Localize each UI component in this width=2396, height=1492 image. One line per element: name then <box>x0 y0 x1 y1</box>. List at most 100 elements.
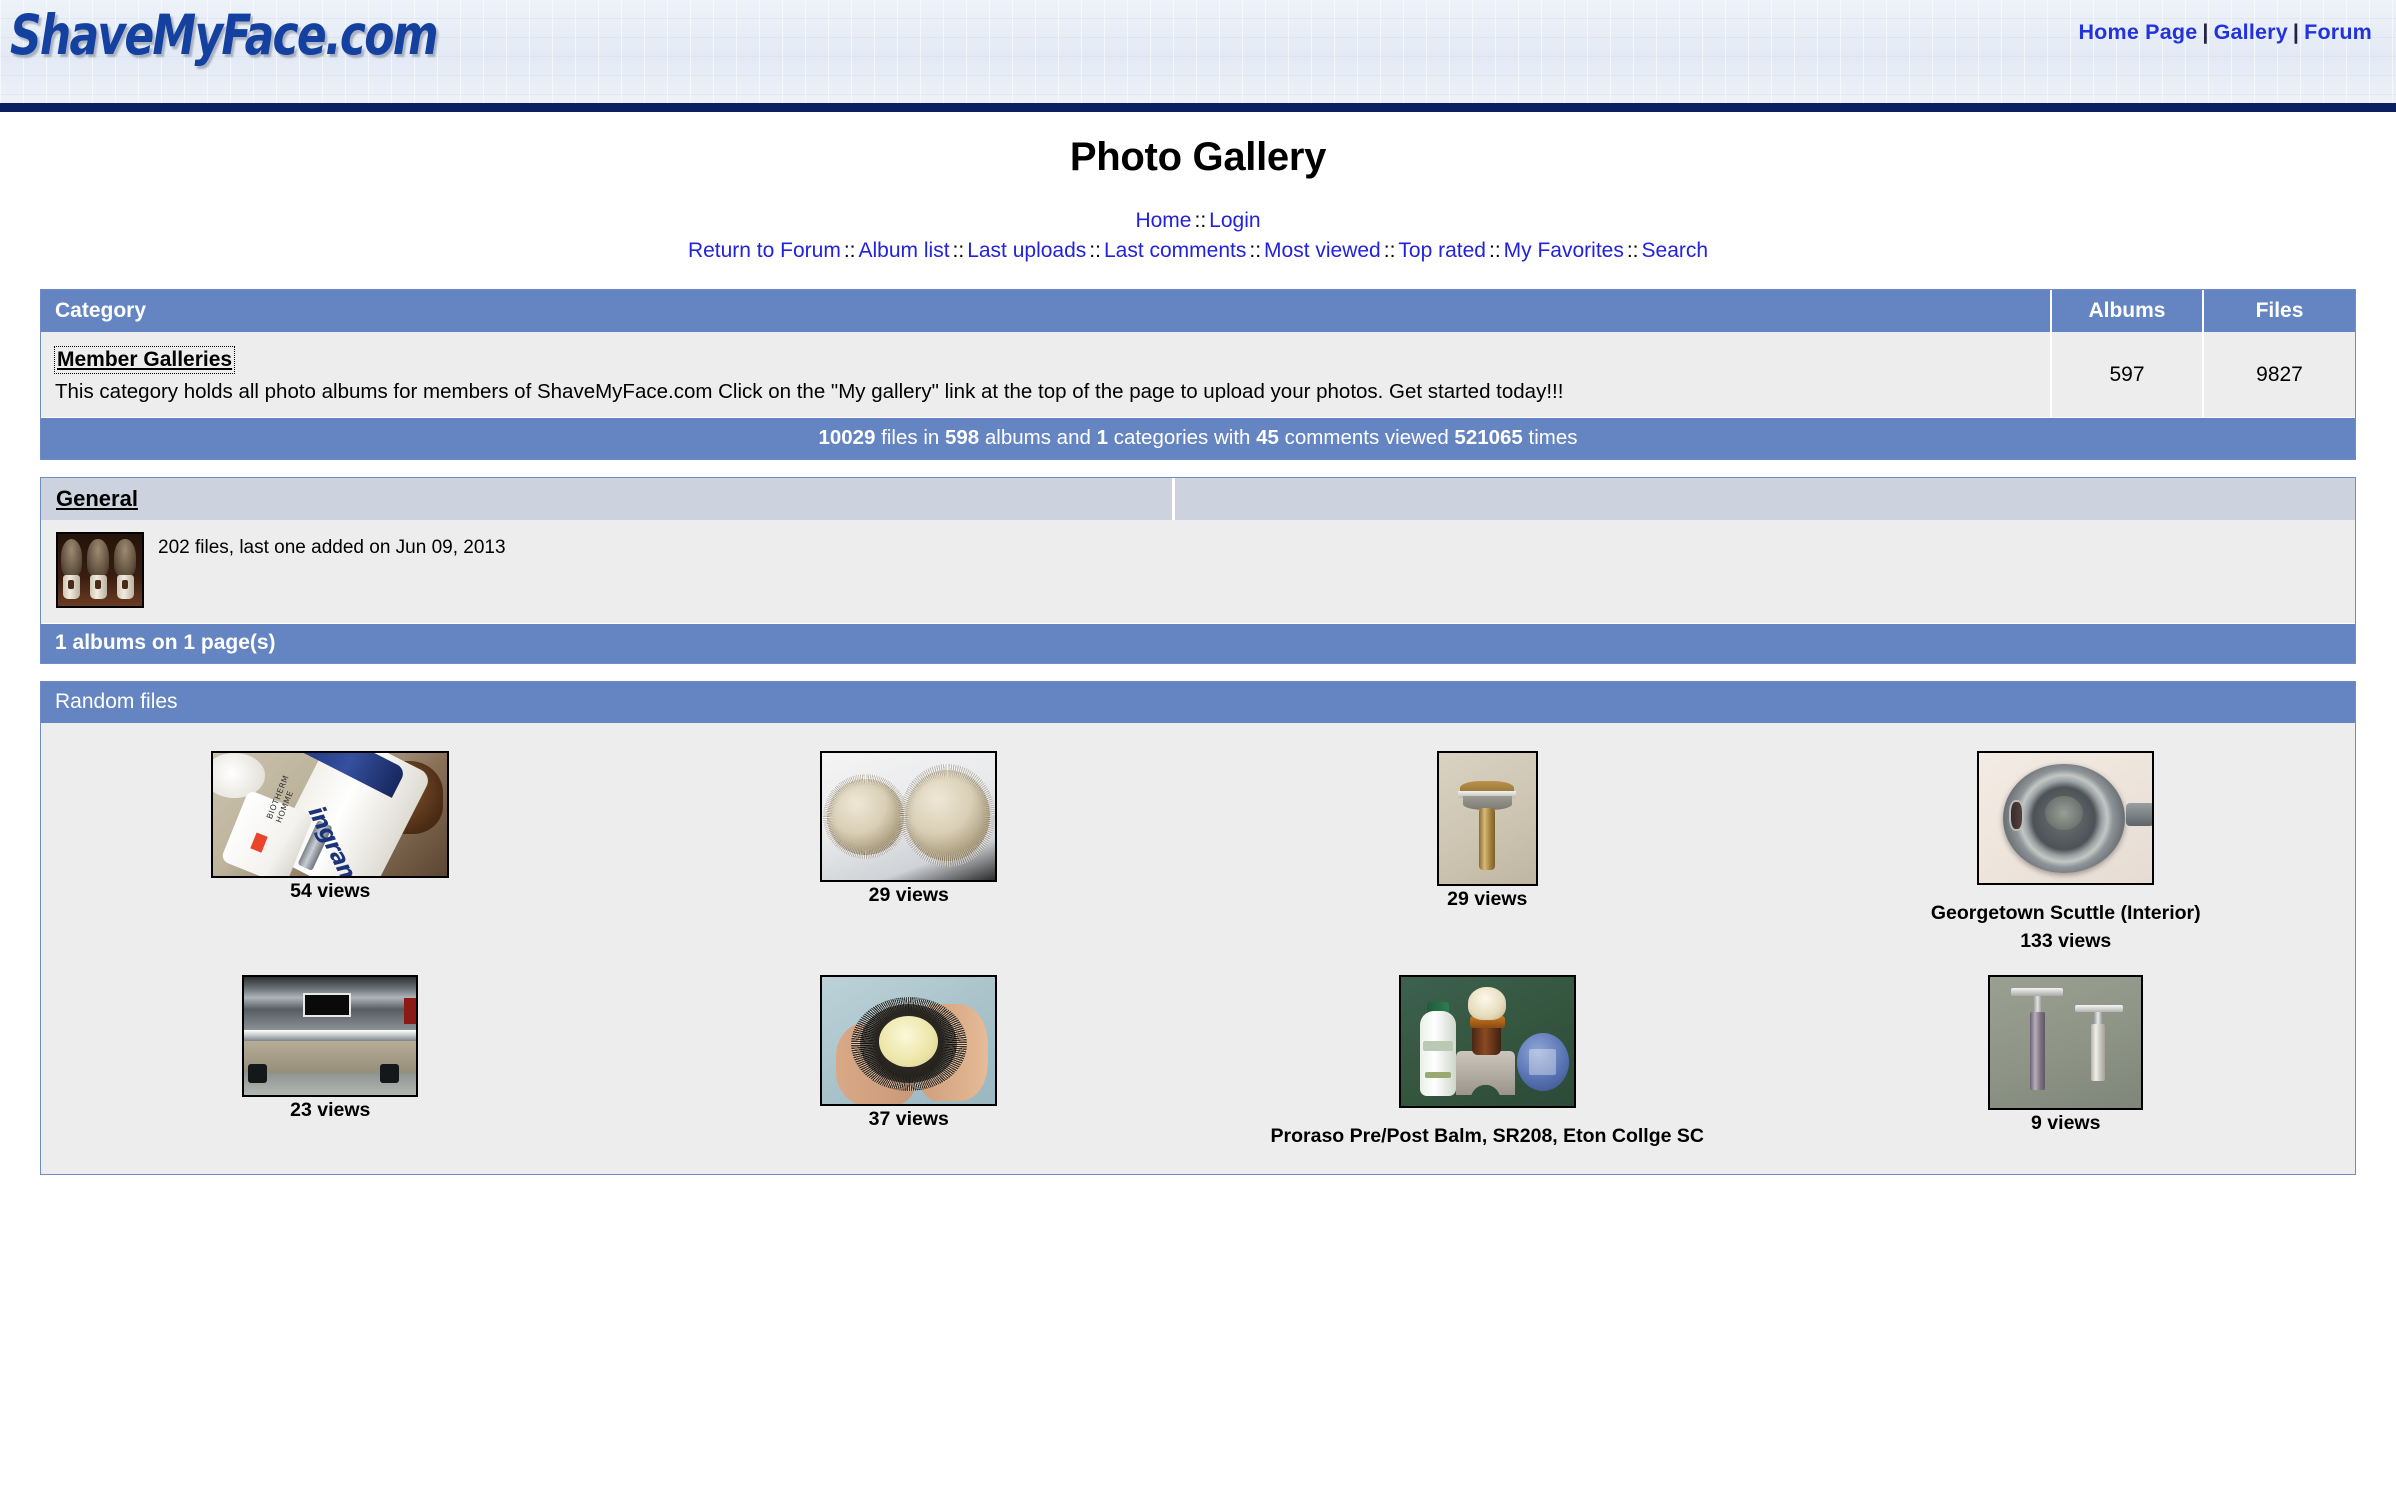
thumbnail-views-count: 29 views <box>868 884 949 907</box>
gallery-nav-home[interactable]: Home <box>1135 209 1191 232</box>
category-description: This category holds all photo albums for… <box>55 380 1564 403</box>
top-nav-forum[interactable]: Forum <box>2304 20 2372 44</box>
gold-safety-razor-image <box>1438 753 1536 885</box>
thumbnail-caption: Georgetown Scuttle (Interior) <box>1930 902 2201 925</box>
nav-separator: | <box>2202 20 2209 44</box>
album-header-row: General <box>41 478 2355 521</box>
category-panel: Category Albums Files Member Galleries T… <box>40 289 2356 461</box>
category-files-count: 9827 <box>2202 332 2355 418</box>
gallery-statistics-bar: 10029 files in 598 albums and 1 categori… <box>41 417 2355 460</box>
page-title: Photo Gallery <box>1069 135 1327 179</box>
link-separator: :: <box>1488 239 1501 262</box>
top-nav-gallery[interactable]: Gallery <box>2214 20 2288 44</box>
link-separator: :: <box>1383 239 1396 262</box>
album-panel-general: General 202 files, last one added on Jun… <box>40 477 2356 665</box>
header-divider-rule <box>0 103 2396 112</box>
thumbnail-views-count: 9 views <box>2031 1111 2101 1134</box>
stat-albums-count: 598 <box>944 426 980 450</box>
gallery-nav-search[interactable]: Search <box>1642 239 1709 262</box>
stat-views-word: times <box>1528 426 1578 450</box>
random-files-grid: BIOTHERMHOMME ingram 54 views 29 views <box>41 723 2355 1174</box>
random-file-cell: 29 views <box>1198 739 1777 962</box>
random-file-cell: BIOTHERM HOMME ingram 54 views <box>41 739 620 962</box>
nav-separator: | <box>2292 20 2300 44</box>
album-meta-text: 202 files, last one added on Jun 09, 201… <box>158 537 506 559</box>
top-nav-home-page[interactable]: Home Page <box>2078 20 2197 44</box>
thumbnail-ingram-biotherm-shaving-cream[interactable]: BIOTHERM HOMME ingram <box>211 751 450 879</box>
gallery-nav-my-favorites[interactable]: My Favorites <box>1504 239 1624 262</box>
column-header-files: Files <box>2202 290 2355 332</box>
shaving-cream-tubes-image: BIOTHERM HOMME ingram <box>213 753 448 877</box>
two-safety-razors-image <box>1990 976 2142 1108</box>
gallery-nav-last-uploads[interactable]: Last uploads <box>967 239 1086 262</box>
random-file-cell: 23 views <box>41 963 620 1160</box>
gallery-nav-last-comments[interactable]: Last comments <box>1104 239 1246 262</box>
hand-holding-brush-knot-image <box>822 976 996 1104</box>
thumbnail-two-safety-razors[interactable] <box>1988 974 2144 1110</box>
thumbnail-hand-holding-brush-knot[interactable] <box>820 974 998 1106</box>
gallery-nav-login[interactable]: Login <box>1209 209 1260 232</box>
gallery-nav-row-2: Return to Forum:: Album list:: Last upload… <box>0 239 2396 263</box>
stat-files-count: 10029 <box>818 426 876 450</box>
random-file-cell: Proraso Pre/Post Balm, SR208, Eton Collg… <box>1198 963 1777 1160</box>
page-body: Photo Gallery Home:: Login Return to Foru… <box>0 112 2396 1175</box>
link-separator: :: <box>952 239 965 262</box>
gallery-nav-return-to-forum[interactable]: Return to Forum <box>688 239 841 262</box>
album-header-side <box>1175 478 2355 521</box>
thumbnail-proraso-sr208-eton-college[interactable] <box>1398 974 1576 1108</box>
stat-categories-word: categories with <box>1113 426 1251 450</box>
thumbnail-georgetown-scuttle-interior[interactable] <box>1977 751 2155 886</box>
proraso-shaving-set-image <box>1400 976 1574 1106</box>
album-body: 202 files, last one added on Jun 09, 201… <box>41 520 2355 624</box>
link-separator: :: <box>843 239 856 262</box>
site-header: ShaveMyFace.com Home Page | Gallery | Forum <box>0 0 2396 112</box>
random-file-cell: Georgetown Scuttle (Interior) 133 views <box>1777 739 2356 962</box>
link-separator: :: <box>1626 239 1639 262</box>
table-row: Member Galleries This category holds all… <box>41 332 2355 418</box>
category-link-member-galleries[interactable]: Member Galleries <box>53 346 236 374</box>
thumbnail-views-count: 29 views <box>1447 888 1528 911</box>
link-separator: :: <box>1194 209 1207 232</box>
stat-comments-word: comments viewed <box>1284 426 1449 450</box>
album-pagination-footer: 1 albums on 1 page(s) <box>41 623 2355 664</box>
thumbnail-car-rear-bumper[interactable] <box>242 974 419 1097</box>
car-rear-bumper-image <box>244 976 417 1095</box>
gallery-nav-album-list[interactable]: Album list <box>859 239 950 262</box>
thumbnail-views-count: 37 views <box>868 1107 949 1130</box>
gallery-nav-row-1: Home:: Login <box>0 209 2396 233</box>
album-link-general[interactable]: General <box>56 486 138 512</box>
album-thumbnail-general[interactable] <box>56 532 144 609</box>
link-separator: :: <box>1249 239 1262 262</box>
stat-files-word: files in <box>881 426 940 450</box>
stat-views-count: 521065 <box>1454 426 1523 450</box>
thumbnail-two-brush-knots[interactable] <box>820 751 998 883</box>
gallery-nav-most-viewed[interactable]: Most viewed <box>1264 239 1381 262</box>
link-separator: :: <box>1089 239 1101 262</box>
random-files-header: Random files <box>41 682 2355 724</box>
two-brush-knots-image <box>822 753 996 881</box>
column-header-albums: Albums <box>2050 290 2203 332</box>
three-shaving-brushes-image <box>58 534 142 607</box>
gallery-nav-top-rated[interactable]: Top rated <box>1398 239 1486 262</box>
column-header-category: Category <box>41 290 2051 332</box>
category-table-header-row: Category Albums Files <box>41 290 2355 332</box>
thumbnail-views-count: 133 views <box>2020 929 2112 952</box>
top-navigation: Home Page | Gallery | Forum <box>2078 20 2372 45</box>
album-header-main: General <box>41 478 1172 521</box>
thumbnail-caption: Proraso Pre/Post Balm, SR208, Eton Collg… <box>1270 1124 1704 1147</box>
georgetown-scuttle-image <box>1979 753 2153 884</box>
category-albums-count: 597 <box>2050 332 2203 418</box>
random-file-cell: 9 views <box>1777 963 2356 1160</box>
thumbnail-views-count: 23 views <box>290 1098 371 1121</box>
stat-categories-count: 1 <box>1096 426 1108 450</box>
random-file-cell: 37 views <box>620 963 1199 1160</box>
category-table: Category Albums Files Member Galleries T… <box>41 290 2355 418</box>
stat-comments-count: 45 <box>1256 426 1279 450</box>
random-files-panel: Random files BIOTHERM HOMME ingram 54 vie… <box>40 681 2356 1175</box>
thumbnail-views-count: 54 views <box>290 880 371 903</box>
site-logo[interactable]: ShaveMyFace.com <box>10 2 439 68</box>
category-cell: Member Galleries This category holds all… <box>41 332 2051 418</box>
thumbnail-gold-safety-razor[interactable] <box>1436 751 1538 887</box>
stat-albums-word: albums and <box>984 426 1091 450</box>
random-file-cell: 29 views <box>620 739 1199 962</box>
